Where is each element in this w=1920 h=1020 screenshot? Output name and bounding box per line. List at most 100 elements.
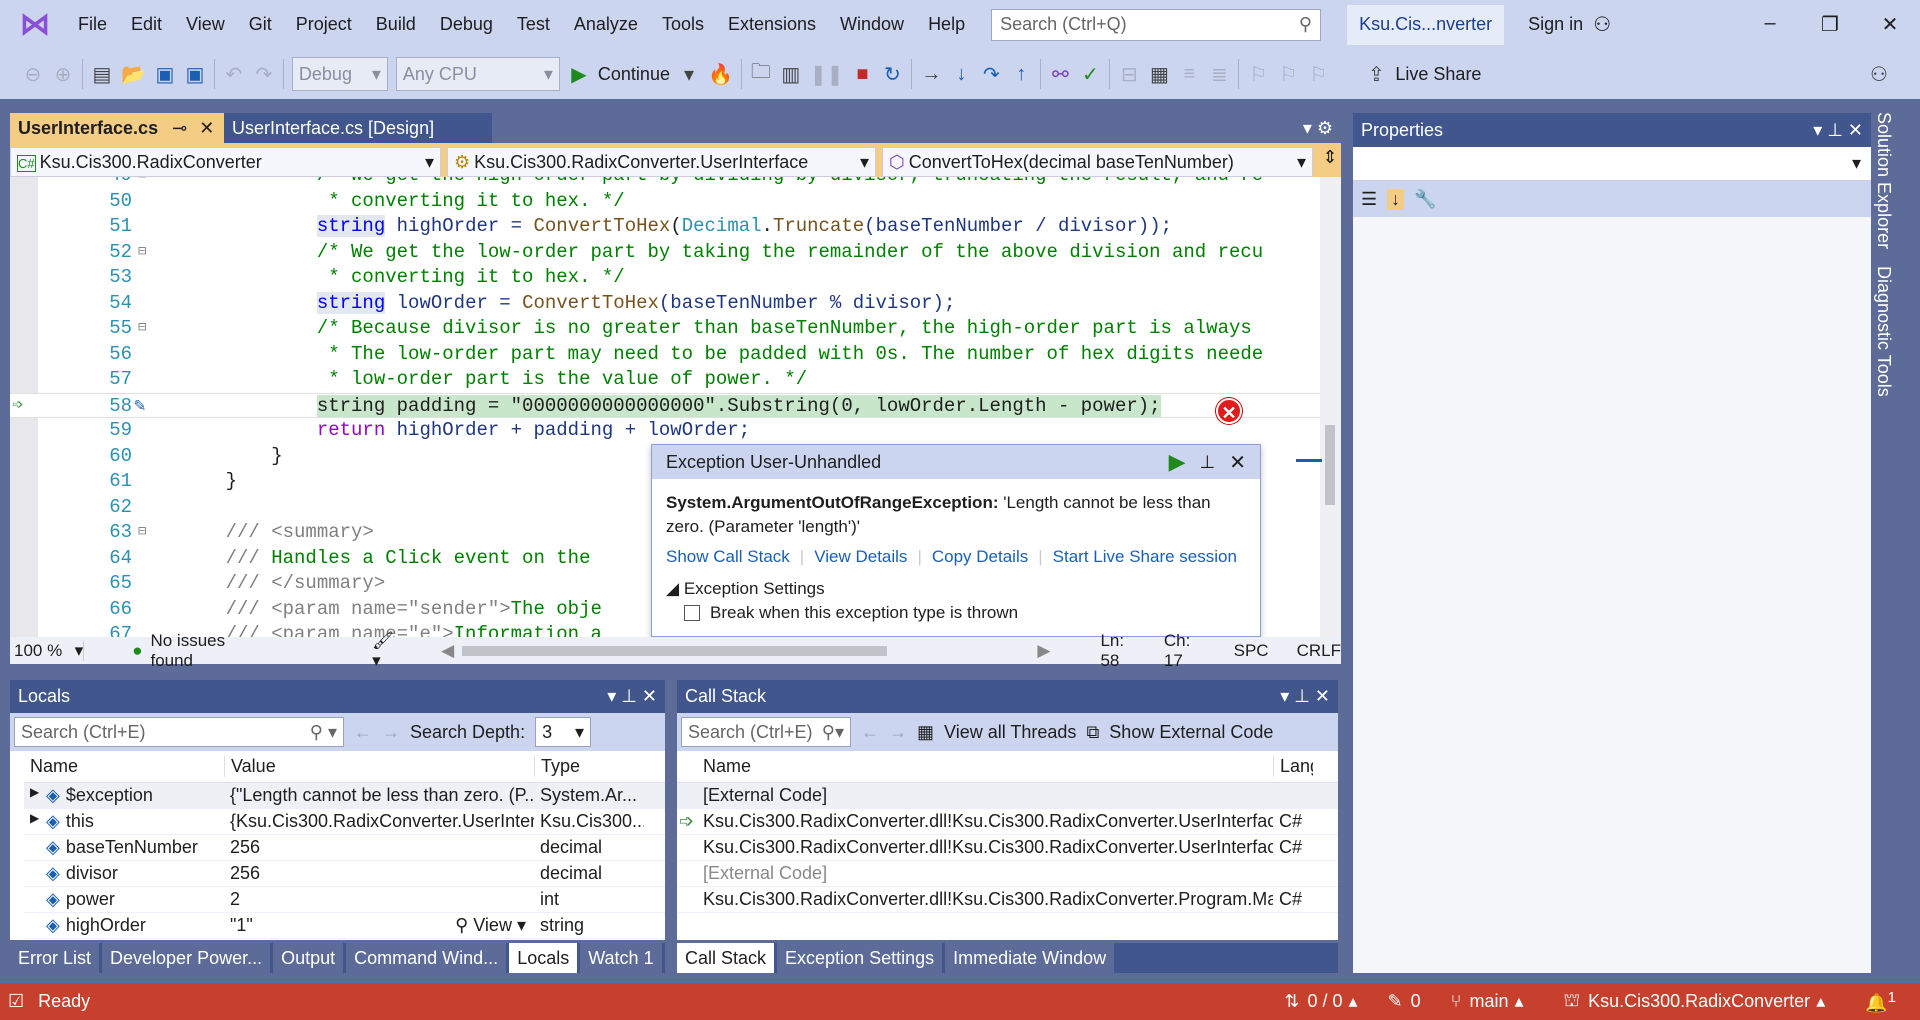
tab-output[interactable]: Output (273, 943, 344, 973)
tab-command-wind-[interactable]: Command Wind... (346, 943, 507, 973)
show-next-statement-icon[interactable]: → (920, 63, 942, 86)
alphabetical-icon[interactable]: ↓ (1387, 188, 1405, 210)
forward-icon[interactable]: → (889, 722, 907, 743)
continue-icon[interactable]: ▶ (1169, 449, 1186, 475)
locals-row[interactable]: ◈ highOrder "1" ⚲ View ▾ string (24, 913, 665, 939)
code-line[interactable]: 53 * converting it to hex. */ (10, 265, 1320, 291)
column-header-value[interactable]: Value (224, 756, 534, 777)
collapse-icon[interactable]: ⊟ (138, 240, 146, 266)
menu-edit[interactable]: Edit (119, 14, 174, 35)
panel-controls-icon[interactable]: ▾ ⊥ ✕ (1280, 686, 1330, 707)
zoom-dropdown[interactable]: 100 % ▾ (10, 640, 85, 661)
tab-immediate-window[interactable]: Immediate Window (945, 943, 1115, 973)
exception-link-view-details[interactable]: View Details (814, 547, 907, 567)
call-stack-row[interactable]: [External Code] (677, 861, 1338, 887)
forward-icon[interactable]: → (382, 722, 400, 743)
locals-row[interactable]: ▶ ◈ this {Ksu.Cis300.RadixConverter.UserInt… (24, 809, 665, 835)
tab-watch-1[interactable]: Watch 1 (580, 943, 662, 973)
back-icon[interactable]: ⊖ (22, 62, 44, 87)
back-icon[interactable]: ← (861, 722, 879, 743)
menu-analyze[interactable]: Analyze (562, 14, 650, 35)
menu-view[interactable]: View (174, 14, 237, 35)
bookmark-icon[interactable]: ⚐ (1247, 62, 1269, 87)
call-stack-row[interactable]: Ksu.Cis300.RadixConverter.dll!Ksu.Cis300… (677, 887, 1338, 913)
redo-icon[interactable]: ↷ (253, 62, 275, 87)
variable-value[interactable]: 2 (230, 889, 240, 910)
tab-overflow-icon[interactable]: ▾ ⚙ (1295, 113, 1341, 143)
open-folder-icon[interactable]: 📂 (121, 62, 146, 87)
code-line[interactable]: 56 * The low-order part may need to be p… (10, 342, 1320, 368)
undo-icon[interactable]: ↶ (223, 62, 245, 87)
panel-controls-icon[interactable]: ▾ ⊥ ✕ (1813, 120, 1863, 141)
indent-icon[interactable]: ≡ (1178, 63, 1200, 86)
find-in-files-icon[interactable]: 🗀 (750, 57, 772, 91)
expand-icon[interactable]: ▶ (30, 785, 40, 806)
locals-row[interactable]: ◈ divisor 256 decimal (24, 861, 665, 887)
code-map-icon[interactable]: ▦ (1148, 62, 1170, 87)
categorized-icon[interactable]: ☰ (1361, 189, 1377, 210)
object-dropdown[interactable]: ▾ (1353, 147, 1871, 181)
split-icon[interactable]: ⇕ (1319, 147, 1341, 177)
type-dropdown[interactable]: ⚙ Ksu.Cis300.RadixConverter.UserInterface… (447, 147, 877, 177)
exception-link-show-call-stack[interactable]: Show Call Stack (666, 547, 790, 567)
brush-icon[interactable]: 🖌 ▾ (372, 631, 401, 671)
variable-value[interactable]: "1" (230, 915, 253, 936)
prev-bookmark-icon[interactable]: ⚐ (1277, 62, 1299, 87)
menu-tools[interactable]: Tools (650, 14, 716, 35)
break-checkbox[interactable] (684, 605, 700, 621)
next-bookmark-icon[interactable]: ⚐ (1307, 62, 1329, 87)
branch-button[interactable]: main (1469, 991, 1508, 1012)
variable-value[interactable]: {Ksu.Cis300.RadixConverter.UserInter... (230, 811, 534, 832)
close-icon[interactable]: ✕ (1229, 450, 1246, 475)
variable-value[interactable]: 256 (230, 837, 260, 858)
search-box[interactable]: Search (Ctrl+Q) ⚲ (991, 8, 1322, 41)
platform-dropdown[interactable]: Any CPU ▾ (395, 57, 560, 91)
solution-explorer-tab[interactable]: Solution Explorer (1873, 112, 1894, 249)
visualizer-button[interactable]: ⚲ View ▾ (455, 915, 534, 936)
code-line[interactable]: 49 ⊟ /* We get the high-order part by div… (10, 177, 1320, 189)
forward-icon[interactable]: ⊕ (52, 62, 74, 87)
solution-name[interactable]: Ksu.Cis...nverter (1347, 4, 1505, 45)
menu-git[interactable]: Git (237, 14, 284, 35)
tab-userinterface-cs[interactable]: UserInterface.cs ⊸ ✕ (10, 113, 224, 143)
variable-value[interactable]: 256 (230, 863, 260, 884)
code-line[interactable]: 51 string highOrder = ConvertToHex(Decim… (10, 214, 1320, 240)
variable-value[interactable]: {"Length cannot be less than zero. (P... (230, 785, 534, 806)
vertical-scrollbar[interactable] (1320, 177, 1341, 637)
code-line[interactable]: 54 string lowOrder = ConvertToHex(baseTe… (10, 291, 1320, 317)
char-number[interactable]: Ch: 17 (1164, 631, 1206, 671)
collapse-icon[interactable]: ⊟ (138, 177, 146, 189)
notifications-icon[interactable]: 🔔1 (1865, 989, 1896, 1014)
line-ending[interactable]: CRLF (1297, 641, 1341, 661)
pause-icon[interactable]: ❚❚ (810, 62, 844, 87)
tab-locals[interactable]: Locals (509, 943, 578, 973)
panel-controls-icon[interactable]: ▾ ⊥ ✕ (607, 686, 657, 707)
column-header-name[interactable]: Name (24, 756, 224, 777)
repository-button[interactable]: Ksu.Cis300.RadixConverter (1588, 991, 1810, 1012)
live-share-button[interactable]: Live Share (1395, 64, 1481, 85)
close-window-button[interactable]: ✕ (1860, 12, 1920, 37)
save-all-icon[interactable]: ▣ (184, 62, 206, 87)
pin-icon[interactable]: ⊸ (172, 118, 187, 139)
locals-row[interactable]: ▶ ◈ $exception {"Length cannot be less than… (24, 783, 665, 809)
locals-search-input[interactable]: Search (Ctrl+E) ⚲ ▾ (14, 717, 344, 747)
edits-count[interactable]: 0 (1411, 991, 1421, 1012)
expand-icon[interactable]: ▶ (30, 811, 40, 832)
sign-in-button[interactable]: Sign in (1528, 14, 1583, 35)
close-tab-icon[interactable]: ✕ (199, 118, 214, 139)
code-line[interactable]: 52 ⊟ /* We get the low-order part by taki… (10, 240, 1320, 266)
collapse-icon[interactable]: ⊟ (138, 316, 146, 342)
live-share-icon[interactable]: ⇪ (1365, 62, 1387, 87)
changes-button[interactable]: 0 / 0 (1307, 991, 1342, 1012)
continue-button[interactable]: Continue (598, 64, 670, 85)
collapse-icon[interactable]: ◢ (666, 579, 679, 598)
step-out-icon[interactable]: ↑ (1010, 63, 1032, 86)
feedback-icon[interactable]: ⚇ (1868, 62, 1890, 87)
search-depth-dropdown[interactable]: 3 ▾ (535, 717, 592, 747)
menu-build[interactable]: Build (364, 14, 428, 35)
show-external-code-button[interactable]: Show External Code (1109, 722, 1273, 743)
menu-file[interactable]: File (66, 14, 119, 35)
member-dropdown[interactable]: ⬡ ConvertToHex(decimal baseTenNumber) ▾ (882, 147, 1314, 177)
outline-icon[interactable]: ⊟ (1118, 62, 1140, 87)
whitespace-mode[interactable]: SPC (1234, 641, 1269, 661)
